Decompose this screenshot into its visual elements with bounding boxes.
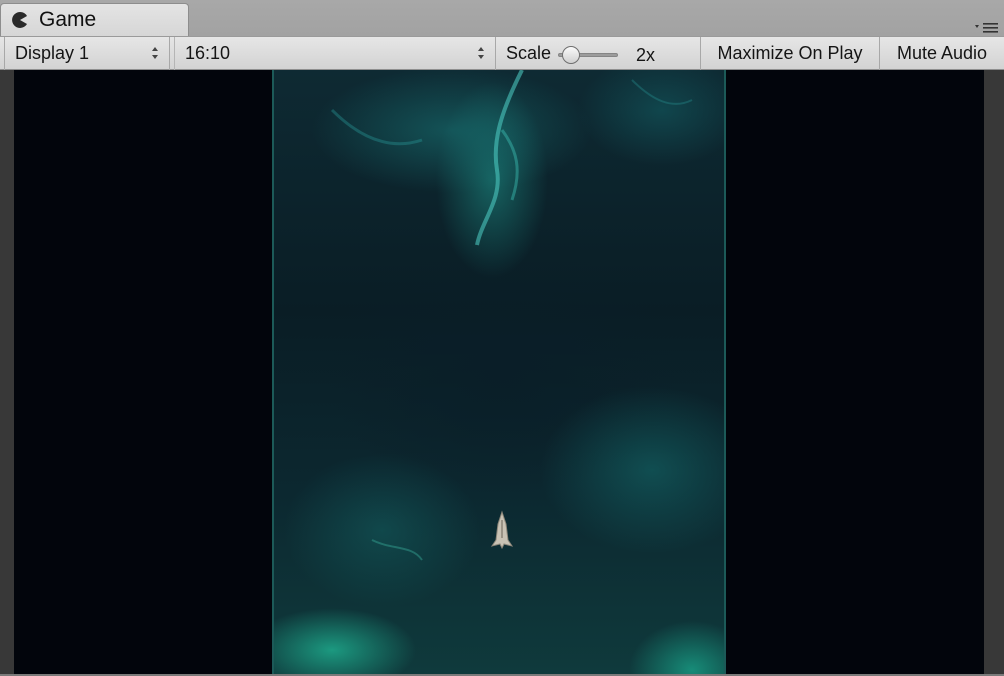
scale-slider-thumb[interactable]: [562, 46, 580, 64]
maximize-on-play-button[interactable]: Maximize On Play: [701, 37, 880, 70]
tab-menu-icon[interactable]: [974, 20, 1000, 34]
spaceship-icon: [490, 510, 514, 550]
render-edge-right: [724, 70, 726, 674]
maximize-label: Maximize On Play: [717, 43, 863, 63]
scale-value: 2x: [636, 45, 656, 65]
mute-label: Mute Audio: [896, 43, 988, 63]
mute-audio-button[interactable]: Mute Audio: [880, 37, 1004, 70]
game-render-area[interactable]: [272, 70, 726, 674]
render-edge-left: [272, 70, 274, 674]
display-dropdown[interactable]: Display 1: [4, 37, 170, 70]
dropdown-arrows-icon: [152, 47, 158, 59]
game-toolbar: Display 1 16:10 Scale 2x Maximize On Pla…: [0, 36, 1004, 70]
aspect-ratio-dropdown[interactable]: 16:10: [174, 37, 496, 70]
scale-control: Scale 2x: [496, 37, 701, 70]
game-view: [0, 70, 1004, 676]
dropdown-arrows-icon: [478, 47, 484, 59]
tab-strip: Game: [0, 0, 1004, 36]
nebula-streaks: [330, 70, 693, 561]
tab-label: Game: [39, 8, 97, 31]
pacman-icon: [12, 11, 27, 28]
display-value: Display 1: [15, 43, 90, 63]
aspect-value: 16:10: [185, 43, 231, 63]
tab-game[interactable]: Game: [0, 3, 189, 36]
scale-label: Scale: [506, 43, 552, 63]
